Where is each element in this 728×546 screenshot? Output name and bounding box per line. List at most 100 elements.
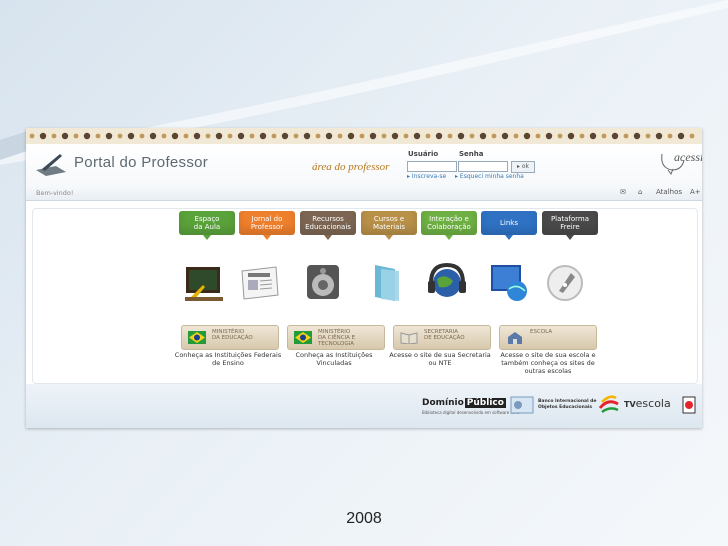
dominio-publico-logo[interactable]: Domínio Público bbox=[422, 398, 506, 408]
bead-dot bbox=[677, 132, 685, 140]
institution-label: MINISTÉRIO DA EDUCAÇÃO bbox=[212, 329, 253, 341]
institution-description: Acesse o site de sua Secretaria ou NTE bbox=[389, 351, 491, 367]
globe-headset-icon[interactable] bbox=[425, 261, 469, 305]
tab-3[interactable]: Recursos Educacionais bbox=[300, 211, 356, 240]
tab-label: Plataforma Freire bbox=[550, 215, 590, 231]
bead-dot bbox=[183, 133, 189, 139]
user-input[interactable] bbox=[407, 161, 457, 172]
user-label: Usuário bbox=[408, 150, 439, 158]
shortcuts-link[interactable]: Atalhos bbox=[656, 188, 682, 196]
bead-dot bbox=[161, 133, 167, 139]
monitor-globe-icon[interactable] bbox=[487, 261, 531, 305]
institution-description: Conheça as Instituições Vinculadas bbox=[295, 351, 373, 367]
bead-dot bbox=[425, 133, 431, 139]
bead-dot bbox=[117, 133, 123, 139]
institution-mec-button[interactable]: MINISTÉRIO DA EDUCAÇÃO bbox=[181, 325, 279, 350]
bead-dot bbox=[61, 132, 69, 140]
tab-7[interactable]: Plataforma Freire bbox=[542, 211, 598, 240]
objects-bank-logo-icon[interactable] bbox=[510, 396, 534, 414]
book-icon bbox=[400, 332, 418, 344]
bead-dot bbox=[601, 133, 607, 139]
tab-label: Links bbox=[500, 219, 518, 227]
bead-dot bbox=[479, 132, 487, 140]
bead-dot bbox=[491, 133, 497, 139]
bead-dot bbox=[535, 133, 541, 139]
speaker-icon[interactable] bbox=[301, 261, 345, 305]
brazil-flag-icon bbox=[188, 331, 206, 344]
tab-label: Espaço da Aula bbox=[193, 215, 221, 231]
bead-dot bbox=[315, 133, 321, 139]
bead-dot bbox=[359, 133, 365, 139]
bead-dot bbox=[645, 133, 651, 139]
bead-dot bbox=[271, 133, 277, 139]
bead-dot bbox=[689, 133, 695, 139]
tab-2[interactable]: Jornal do Professor bbox=[239, 211, 295, 240]
bead-dot bbox=[457, 132, 465, 140]
welcome-text: Bem-vindo! bbox=[36, 189, 74, 197]
bead-dot bbox=[655, 132, 663, 140]
chalkboard-icon[interactable] bbox=[183, 261, 227, 305]
portal-screenshot: Portal do Professor área do professor Us… bbox=[26, 128, 702, 428]
bead-border-decoration bbox=[26, 128, 702, 144]
tab-5[interactable]: Interação e Colaboração bbox=[421, 211, 477, 240]
bead-dot bbox=[447, 133, 453, 139]
school-building-icon bbox=[508, 332, 522, 344]
sitemap-icon[interactable]: ⌂ bbox=[638, 188, 642, 196]
bead-dot bbox=[523, 132, 531, 140]
institution-description: Acesse o site de sua escola e também con… bbox=[500, 351, 596, 375]
bead-dot bbox=[501, 132, 509, 140]
bead-dot bbox=[579, 133, 585, 139]
pen-tablet-logo-icon bbox=[36, 154, 66, 176]
welcome-bar: Bem-vindo! ✉ ⌂ Atalhos A+ bbox=[26, 186, 702, 201]
bead-dot bbox=[469, 133, 475, 139]
bead-dot bbox=[171, 132, 179, 140]
accessibility-link[interactable]: acessi bbox=[674, 150, 702, 165]
bead-dot bbox=[347, 132, 355, 140]
newspaper-icon[interactable] bbox=[238, 261, 282, 305]
bead-dot bbox=[567, 132, 575, 140]
bead-dot bbox=[205, 133, 211, 139]
main-content: Espaço da Aula Jornal do Professor Recurso… bbox=[32, 208, 698, 384]
password-input[interactable] bbox=[458, 161, 508, 172]
bead-dot bbox=[73, 133, 79, 139]
folders-icon[interactable] bbox=[365, 261, 409, 305]
font-increase-button[interactable]: A+ bbox=[690, 188, 701, 196]
tab-label: Recursos Educacionais bbox=[305, 215, 351, 231]
bead-dot bbox=[369, 132, 377, 140]
bead-dot bbox=[667, 133, 673, 139]
dominio-publico-subtitle: Biblioteca digital desenvolvida em softw… bbox=[422, 410, 520, 415]
institution-mct-button[interactable]: MINISTÉRIO DA CIÊNCIA E TECNOLOGIA bbox=[287, 325, 385, 350]
bead-dot bbox=[193, 132, 201, 140]
bead-dot bbox=[557, 133, 563, 139]
ok-button[interactable]: ▸ ok bbox=[511, 161, 535, 173]
mail-icon[interactable]: ✉ bbox=[620, 188, 626, 196]
portal-title[interactable]: Portal do Professor bbox=[74, 154, 208, 171]
partner-badge-icon[interactable] bbox=[682, 396, 696, 414]
pen-nib-icon[interactable] bbox=[543, 261, 587, 305]
tab-6[interactable]: Links bbox=[481, 211, 537, 240]
bead-dot bbox=[249, 133, 255, 139]
tab-label: Interação e Colaboração bbox=[427, 215, 471, 231]
bead-dot bbox=[29, 133, 35, 139]
bead-dot bbox=[403, 133, 409, 139]
forgot-password-link[interactable]: ▸ Esqueci minha senha bbox=[455, 173, 524, 180]
bead-dot bbox=[51, 133, 57, 139]
bead-dot bbox=[623, 133, 629, 139]
tab-1[interactable]: Espaço da Aula bbox=[179, 211, 235, 240]
bead-dot bbox=[139, 133, 145, 139]
register-link[interactable]: ▸ Inscreva-se bbox=[407, 173, 446, 180]
institution-escola-button[interactable]: ESCOLA bbox=[499, 325, 597, 350]
tab-4[interactable]: Cursos e Materiais bbox=[361, 211, 417, 240]
bead-dot bbox=[237, 132, 245, 140]
slide-caption-year: 2008 bbox=[346, 510, 382, 527]
institution-description: Conheça as Instituições Federais de Ensi… bbox=[174, 351, 282, 367]
bead-dot bbox=[589, 132, 597, 140]
bead-dot bbox=[633, 132, 641, 140]
bead-dot bbox=[303, 132, 311, 140]
bead-dot bbox=[293, 133, 299, 139]
tv-escola-logo[interactable]: TVescola bbox=[624, 397, 671, 410]
bead-dot bbox=[611, 132, 619, 140]
objects-bank-label: Banco Internacional de Objetos Educacion… bbox=[538, 399, 597, 410]
bead-dot bbox=[337, 133, 343, 139]
institution-secretaria-button[interactable]: SECRETARIA DE EDUCAÇÃO bbox=[393, 325, 491, 350]
